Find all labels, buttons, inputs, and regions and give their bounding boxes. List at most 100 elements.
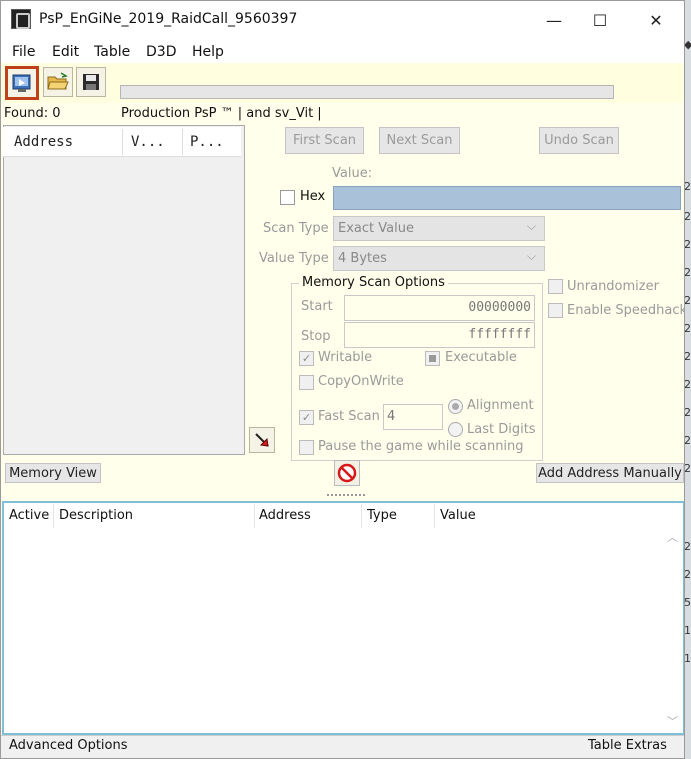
found-col-previous[interactable]: P...: [190, 134, 224, 150]
menu-edit[interactable]: Edit: [52, 44, 79, 60]
value-type-label: Value Type: [259, 251, 329, 266]
bg-digit: 2: [684, 238, 691, 251]
address-table[interactable]: [2, 501, 684, 735]
column-divider[interactable]: [361, 504, 362, 528]
window-title: PsP_EnGiNe_2019_RaidCall_9560397: [39, 11, 298, 27]
save-icon: [83, 74, 99, 90]
menu-table[interactable]: Table: [94, 44, 130, 60]
memory-scan-options-title: Memory Scan Options: [299, 275, 448, 290]
maximize-button[interactable]: ☐: [577, 1, 623, 39]
chevron-down-icon: ⌵: [526, 219, 536, 233]
scan-type-label: Scan Type: [263, 221, 329, 236]
found-address-list[interactable]: [3, 125, 245, 455]
minimize-button[interactable]: —: [531, 1, 577, 39]
fast-scan-input[interactable]: 4: [383, 404, 443, 430]
found-count: Found: 0: [4, 106, 61, 121]
copyonwrite-checkbox[interactable]: [299, 375, 314, 390]
found-col-address[interactable]: Address: [14, 134, 73, 150]
stop-address-input[interactable]: ffffffff: [344, 322, 535, 348]
column-divider[interactable]: [254, 504, 255, 528]
open-folder-icon: [47, 72, 69, 90]
executable-label: Executable: [445, 350, 517, 365]
bg-digit: 2: [684, 540, 691, 553]
bg-digit: 2: [684, 568, 691, 581]
first-scan-button[interactable]: First Scan: [285, 127, 364, 154]
process-label: Production PsP ™ | and sv_Vit |: [121, 106, 322, 121]
last-digits-label: Last Digits: [467, 422, 536, 437]
open-process-button[interactable]: [5, 66, 39, 100]
pause-game-checkbox[interactable]: [299, 440, 314, 455]
value-label: Value:: [332, 166, 373, 181]
column-divider[interactable]: [53, 504, 54, 528]
column-divider[interactable]: [122, 129, 123, 155]
scroll-down-icon[interactable]: ﹀: [667, 713, 678, 729]
value-type-value: 4 Bytes: [338, 251, 387, 266]
fast-scan-label: Fast Scan: [318, 409, 380, 424]
bg-digit: 2: [684, 180, 691, 193]
col-active[interactable]: Active: [9, 508, 49, 523]
bg-digit: 2: [684, 210, 691, 223]
bg-digit: 2: [684, 266, 691, 279]
memory-view-button[interactable]: Memory View: [5, 463, 101, 483]
last-digits-radio[interactable]: [448, 422, 463, 437]
bg-digit: 1: [684, 624, 691, 637]
hex-label: Hex: [300, 189, 326, 204]
column-divider[interactable]: [182, 129, 183, 155]
bg-digit: 2: [684, 462, 691, 475]
advanced-options-button[interactable]: Advanced Options: [9, 738, 128, 753]
menu-d3d[interactable]: D3D: [146, 44, 176, 60]
menu-help[interactable]: Help: [192, 44, 224, 60]
menu-file[interactable]: File: [12, 44, 35, 60]
open-process-icon: [12, 74, 31, 92]
hex-checkbox[interactable]: [280, 190, 295, 205]
table-extras-button[interactable]: Table Extras: [588, 738, 667, 753]
next-scan-button[interactable]: Next Scan: [379, 127, 460, 154]
value-input[interactable]: [333, 186, 681, 210]
close-button[interactable]: ✕: [633, 1, 679, 39]
vertical-scrollbar[interactable]: ︿ ﹀: [663, 529, 683, 731]
scan-progress-bar: [120, 85, 614, 99]
splitter-grip[interactable]: [327, 494, 365, 498]
undo-scan-button[interactable]: Undo Scan: [539, 127, 619, 154]
fast-scan-checkbox[interactable]: ✓: [299, 410, 314, 425]
col-value[interactable]: Value: [440, 508, 476, 523]
scan-type-value: Exact Value: [338, 221, 414, 236]
start-address-input[interactable]: 00000000: [344, 295, 535, 321]
col-type[interactable]: Type: [367, 508, 397, 523]
speedhack-checkbox[interactable]: [548, 303, 563, 318]
bg-digit: 2: [684, 378, 691, 391]
value-type-select[interactable]: 4 Bytes ⌵: [333, 246, 545, 271]
add-to-list-button[interactable]: [249, 427, 275, 453]
app-icon[interactable]: [11, 9, 31, 29]
bg-digit: 1: [684, 652, 691, 665]
scan-type-select[interactable]: Exact Value ⌵: [333, 216, 545, 241]
pointer-arrow-icon: [255, 433, 269, 447]
pause-game-label: Pause the game while scanning: [318, 439, 524, 454]
bg-digit: 5: [684, 596, 691, 609]
open-file-button[interactable]: [43, 67, 73, 97]
main-window: PsP_EnGiNe_2019_RaidCall_9560397 — ☐ ✕ F…: [0, 0, 685, 759]
unrandomizer-checkbox[interactable]: [548, 279, 563, 294]
column-divider[interactable]: [434, 504, 435, 528]
stop-scan-button[interactable]: [334, 460, 360, 486]
col-address[interactable]: Address: [259, 508, 311, 523]
stop-icon: [337, 463, 357, 483]
stop-label: Stop: [301, 329, 331, 344]
col-description[interactable]: Description: [59, 508, 133, 523]
writable-checkbox[interactable]: ✓: [299, 351, 314, 366]
bg-digit: 2: [684, 322, 691, 335]
executable-checkbox[interactable]: [425, 351, 440, 366]
alignment-radio[interactable]: [448, 399, 463, 414]
bg-digit: 2: [684, 294, 691, 307]
add-address-manually-button[interactable]: Add Address Manually: [536, 463, 684, 483]
alignment-label: Alignment: [467, 398, 534, 413]
chevron-down-icon: ⌵: [526, 249, 536, 263]
scroll-up-icon[interactable]: ︿: [667, 529, 678, 545]
speedhack-label: Enable Speedhack: [567, 303, 685, 318]
start-label: Start: [301, 299, 333, 314]
save-button[interactable]: [76, 67, 106, 97]
found-col-value[interactable]: V...: [131, 134, 165, 150]
bg-digit: 2: [684, 406, 691, 419]
bg-digit: 2: [684, 434, 691, 447]
bg-digit: 2: [684, 350, 691, 363]
